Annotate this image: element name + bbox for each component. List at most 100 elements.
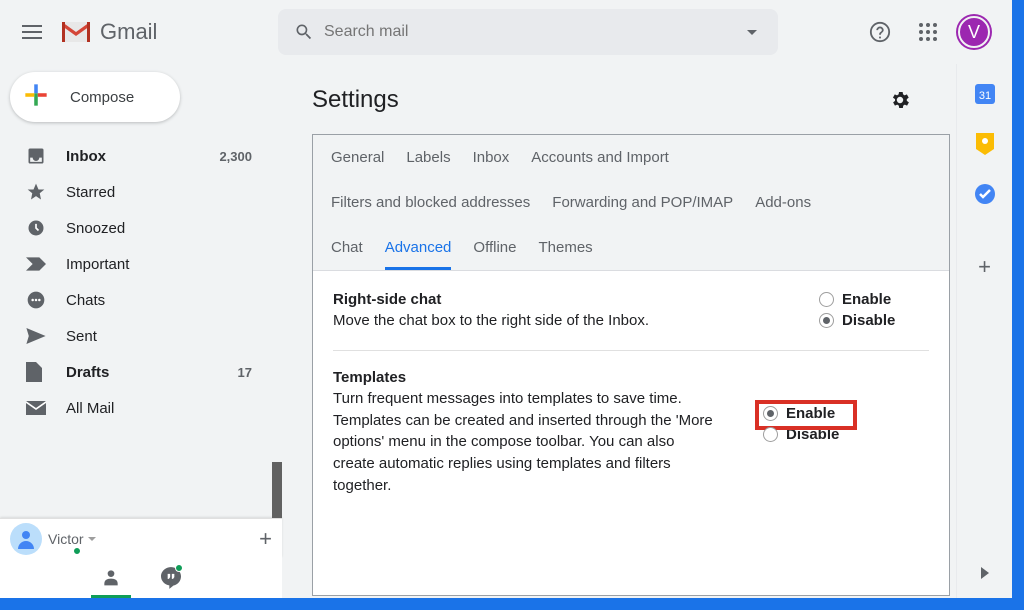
nav-inbox[interactable]: Inbox 2,300 [0, 138, 270, 174]
hangouts-add-button[interactable]: + [259, 526, 272, 552]
nav-starred[interactable]: Starred [0, 174, 270, 210]
tasks-addon[interactable] [975, 184, 995, 204]
settings-content: Right-side chat Move the chat box to the… [313, 271, 949, 595]
support-button[interactable] [860, 12, 900, 52]
calendar-icon: 31 [975, 84, 995, 104]
settings-panel: Settings General Labels Inbox Accounts a… [282, 64, 956, 598]
important-icon [26, 256, 46, 272]
setting-templates: Templates Turn frequent messages into te… [333, 351, 929, 515]
compose-label: Compose [70, 89, 134, 106]
nav-drafts[interactable]: Drafts 17 [0, 354, 270, 390]
hangouts-username: Victor [48, 531, 84, 547]
nav-label: Inbox [66, 148, 106, 165]
caret-down-icon [88, 537, 96, 541]
clock-icon [26, 218, 46, 238]
contacts-tab[interactable] [91, 558, 131, 598]
setting-title: Templates [333, 369, 713, 386]
nav-label: All Mail [66, 400, 114, 417]
logo[interactable]: Gmail [60, 19, 278, 45]
person-icon [101, 567, 121, 587]
draft-icon [26, 362, 46, 382]
nav-label: Starred [66, 184, 115, 201]
compose-button[interactable]: Compose [10, 72, 180, 122]
presence-indicator [72, 546, 82, 556]
tab-accounts[interactable]: Accounts and Import [531, 149, 669, 180]
app-window: Gmail V [0, 0, 1012, 598]
body: Compose Inbox 2,300 Starred Snoozed [0, 64, 1012, 598]
account-avatar[interactable]: V [956, 14, 992, 50]
keep-icon [976, 133, 994, 155]
radio-enable[interactable]: Enable [819, 291, 929, 308]
nav-label: Chats [66, 292, 105, 309]
app-name: Gmail [100, 19, 157, 45]
sent-icon [26, 328, 46, 344]
apps-button[interactable] [908, 12, 948, 52]
footer-tabs [0, 558, 282, 598]
user-avatar-icon [10, 523, 42, 555]
calendar-addon[interactable]: 31 [975, 84, 995, 104]
setting-desc: Move the chat box to the right side of t… [333, 310, 769, 332]
header-right: V [860, 12, 1004, 52]
star-icon [26, 182, 46, 202]
settings-gear-button[interactable] [880, 80, 920, 120]
tab-themes[interactable]: Themes [539, 239, 593, 270]
apps-grid-icon [919, 23, 937, 41]
tab-filters[interactable]: Filters and blocked addresses [331, 194, 530, 225]
setting-right-side-chat: Right-side chat Move the chat box to the… [333, 285, 929, 351]
settings-header: Settings [312, 80, 950, 120]
hangouts-tab[interactable] [151, 558, 191, 598]
radio-icon [819, 292, 834, 307]
search-options-button[interactable] [732, 12, 772, 52]
nav-snoozed[interactable]: Snoozed [0, 210, 270, 246]
tab-offline[interactable]: Offline [473, 239, 516, 270]
nav-sent[interactable]: Sent [0, 318, 270, 354]
gear-icon [889, 89, 911, 111]
radio-disable[interactable]: Disable [819, 312, 929, 329]
side-panel: 31 + [956, 64, 1012, 598]
gmail-logo-icon [60, 20, 92, 44]
sidebar: Compose Inbox 2,300 Starred Snoozed [0, 64, 282, 598]
nav-label: Sent [66, 328, 97, 345]
settings-box: General Labels Inbox Accounts and Import… [312, 134, 950, 596]
inbox-icon [26, 146, 46, 166]
search-input[interactable] [324, 23, 732, 41]
search-button[interactable] [284, 12, 324, 52]
radio-label: Enable [842, 291, 891, 308]
get-addons-button[interactable]: + [978, 254, 991, 280]
nav-allmail[interactable]: All Mail [0, 390, 270, 426]
hangouts-user[interactable]: Victor [10, 523, 96, 555]
header: Gmail V [0, 0, 1012, 64]
tab-forwarding[interactable]: Forwarding and POP/IMAP [552, 194, 733, 225]
nav-count: 2,300 [219, 149, 252, 164]
side-panel-toggle[interactable] [981, 566, 989, 584]
tab-general[interactable]: General [331, 149, 384, 180]
main-menu-button[interactable] [8, 8, 56, 56]
tab-chat[interactable]: Chat [331, 239, 363, 270]
radio-label: Disable [842, 312, 895, 329]
plus-icon [20, 79, 52, 116]
main: Settings General Labels Inbox Accounts a… [282, 64, 1012, 598]
setting-desc: Turn frequent messages into templates to… [333, 388, 713, 497]
hamburger-icon [22, 25, 42, 39]
tab-addons[interactable]: Add-ons [755, 194, 811, 225]
nav-chats[interactable]: Chats [0, 282, 270, 318]
avatar-letter: V [968, 22, 980, 43]
chat-icon [26, 290, 46, 310]
search-icon [294, 22, 314, 42]
tab-labels[interactable]: Labels [406, 149, 450, 180]
help-icon [869, 21, 891, 43]
hangouts-bar: Victor + [0, 518, 282, 558]
nav-important[interactable]: Important [0, 246, 270, 282]
radio-icon [763, 406, 778, 421]
notification-dot [175, 564, 183, 572]
tab-inbox[interactable]: Inbox [473, 149, 510, 180]
search-bar [278, 9, 778, 55]
chat-resize-handle[interactable] [272, 462, 282, 518]
keep-addon[interactable] [975, 134, 995, 154]
chevron-right-icon [981, 567, 989, 579]
setting-title: Right-side chat [333, 291, 769, 308]
nav-label: Drafts [66, 364, 109, 381]
tab-advanced[interactable]: Advanced [385, 239, 452, 270]
tasks-icon [975, 184, 995, 204]
svg-text:31: 31 [978, 90, 990, 102]
